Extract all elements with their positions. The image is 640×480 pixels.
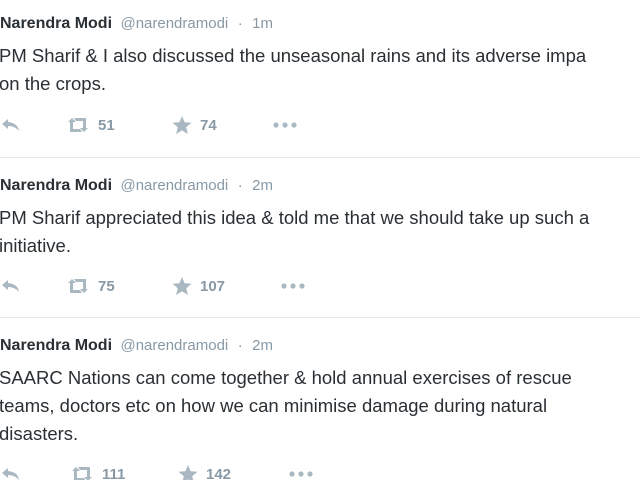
favorite-button[interactable]: 74 xyxy=(172,113,217,137)
author-name[interactable]: Narendra Modi xyxy=(0,177,112,194)
retweet-count: 111 xyxy=(102,465,126,480)
tweet-text-line: on the crops. xyxy=(0,73,106,94)
more-button[interactable] xyxy=(280,274,306,298)
tweet-text-line: PM Sharif appreciated this idea & told m… xyxy=(0,207,590,228)
tweet-timestamp[interactable]: 1m xyxy=(252,15,273,32)
author-name[interactable]: Narendra Modi xyxy=(0,337,112,354)
tweet-text-line: initiative. xyxy=(0,235,71,256)
tweet-actions: 111 142 xyxy=(0,462,640,480)
favorite-count: 142 xyxy=(206,465,232,480)
more-button[interactable] xyxy=(272,113,298,137)
tweet-text-line: disasters. xyxy=(0,423,79,444)
reply-button[interactable] xyxy=(0,274,22,298)
more-dots-icon xyxy=(288,470,314,478)
tweet-header: Narendra Modi @narendramodi · 2m xyxy=(0,336,273,356)
author-handle[interactable]: @narendramodi xyxy=(120,337,228,354)
tweet-text: PM Sharif appreciated this idea & told m… xyxy=(0,204,640,260)
author-handle[interactable]: @narendramodi xyxy=(120,177,228,194)
retweet-button[interactable]: 75 xyxy=(66,274,115,298)
meta-separator: · xyxy=(237,15,243,32)
retweet-icon xyxy=(66,117,90,133)
reply-icon xyxy=(0,466,22,480)
tweet-text: SAARC Nations can come together & hold a… xyxy=(0,364,640,448)
author-name[interactable]: Narendra Modi xyxy=(0,15,112,32)
reply-button[interactable] xyxy=(0,462,22,480)
tweet-3[interactable]: Narendra Modi @narendramodi · 2m SAARC N… xyxy=(0,336,640,480)
tweet-text-line: SAARC Nations can come together & hold a… xyxy=(0,367,572,388)
tweet-text: PM Sharif & I also discussed the unseaso… xyxy=(0,42,640,98)
tweet-actions: 75 107 xyxy=(0,274,640,298)
reply-icon xyxy=(0,117,22,133)
retweet-count: 51 xyxy=(98,116,115,134)
favorite-star-icon xyxy=(172,115,192,135)
tweet-actions: 51 74 xyxy=(0,113,640,137)
more-dots-icon xyxy=(272,121,298,129)
tweet-1[interactable]: Narendra Modi @narendramodi · 1m PM Shar… xyxy=(0,14,640,144)
retweet-button[interactable]: 111 xyxy=(70,462,125,480)
reply-icon xyxy=(0,278,22,294)
favorite-count: 74 xyxy=(200,116,217,134)
tweet-header: Narendra Modi @narendramodi · 1m xyxy=(0,14,273,34)
meta-separator: · xyxy=(237,177,243,194)
favorite-button[interactable]: 142 xyxy=(178,462,231,480)
favorite-star-icon xyxy=(172,276,192,296)
tweet-text-line: teams, doctors etc on how we can minimis… xyxy=(0,395,548,416)
favorite-count: 107 xyxy=(200,277,226,295)
reply-button[interactable] xyxy=(0,113,22,137)
tweet-divider xyxy=(0,317,640,318)
tweet-timeline: Narendra Modi @narendramodi · 1m PM Shar… xyxy=(0,0,640,480)
retweet-button[interactable]: 51 xyxy=(66,113,115,137)
tweet-header: Narendra Modi @narendramodi · 2m xyxy=(0,176,273,196)
more-dots-icon xyxy=(280,282,306,290)
retweet-count: 75 xyxy=(98,277,115,295)
retweet-icon xyxy=(70,466,94,480)
tweet-text-line: PM Sharif & I also discussed the unseaso… xyxy=(0,45,587,66)
meta-separator: · xyxy=(237,337,243,354)
favorite-button[interactable]: 107 xyxy=(172,274,225,298)
retweet-icon xyxy=(66,278,90,294)
tweet-timestamp[interactable]: 2m xyxy=(252,177,273,194)
tweet-2[interactable]: Narendra Modi @narendramodi · 2m PM Shar… xyxy=(0,176,640,306)
tweet-timestamp[interactable]: 2m xyxy=(252,337,273,354)
tweet-divider xyxy=(0,157,640,158)
author-handle[interactable]: @narendramodi xyxy=(120,15,228,32)
favorite-star-icon xyxy=(178,464,198,480)
more-button[interactable] xyxy=(288,462,314,480)
